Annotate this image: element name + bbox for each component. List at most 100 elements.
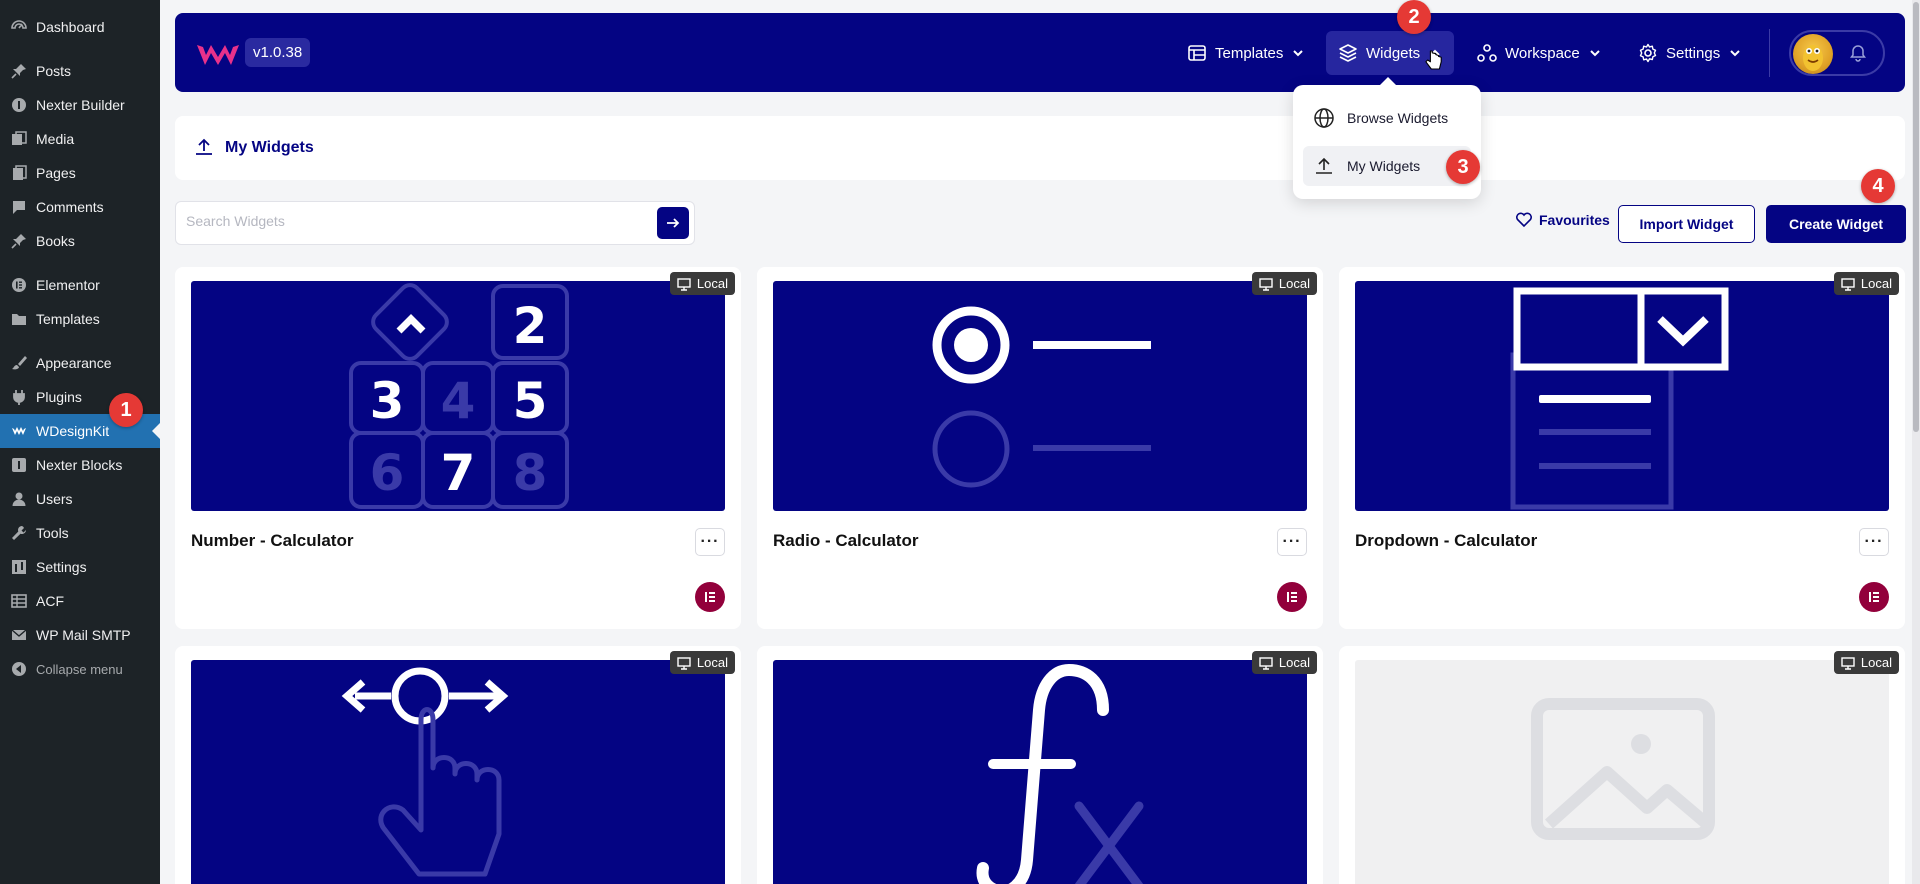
sidebar-item-label: Appearance bbox=[36, 355, 112, 371]
sidebar-item-nexter-builder[interactable]: Nexter Builder bbox=[0, 88, 160, 122]
svg-text:7: 7 bbox=[441, 444, 476, 502]
more-options-button[interactable]: ··· bbox=[1277, 528, 1307, 556]
nav-templates[interactable]: Templates bbox=[1175, 31, 1317, 75]
sidebar-item-media[interactable]: Media bbox=[0, 122, 160, 156]
nav-settings[interactable]: Settings bbox=[1626, 31, 1754, 75]
sidebar-item-tools[interactable]: Tools bbox=[0, 516, 160, 550]
sidebar-item-label: Books bbox=[36, 233, 75, 249]
sidebar-item-settings[interactable]: Settings bbox=[0, 550, 160, 584]
sidebar-item-label: Nexter Blocks bbox=[36, 457, 123, 473]
menu-item-label: My Widgets bbox=[1347, 158, 1421, 174]
sidebar-item-label: Pages bbox=[36, 165, 76, 181]
elementor-icon bbox=[1277, 582, 1307, 612]
widget-title[interactable]: Radio - Calculator bbox=[773, 531, 918, 551]
table-icon bbox=[10, 592, 28, 610]
svg-text:2: 2 bbox=[513, 297, 548, 355]
monitor-icon bbox=[1841, 277, 1855, 291]
widget-card[interactable]: Local bbox=[1339, 646, 1905, 884]
chevron-down-icon bbox=[1293, 50, 1304, 57]
sidebar-item-nexter-blocks[interactable]: Nexter Blocks bbox=[0, 448, 160, 482]
sidebar-item-posts[interactable]: Posts bbox=[0, 54, 160, 88]
svg-text:4: 4 bbox=[441, 372, 476, 430]
widget-title[interactable]: Dropdown - Calculator bbox=[1355, 531, 1537, 551]
widget-thumbnail bbox=[773, 281, 1307, 511]
collapse-icon bbox=[10, 660, 28, 678]
avatar[interactable] bbox=[1793, 34, 1833, 74]
pin-icon bbox=[10, 232, 28, 250]
page-header: My Widgets bbox=[175, 116, 1905, 180]
widget-title[interactable]: Number - Calculator bbox=[191, 531, 353, 551]
profile-toggle[interactable] bbox=[1789, 30, 1885, 76]
widgets-dropdown-menu: Browse Widgets My Widgets bbox=[1293, 77, 1481, 199]
sidebar-item-templates[interactable]: Templates bbox=[0, 302, 160, 336]
local-badge: Local bbox=[1833, 651, 1899, 674]
local-badge: Local bbox=[1251, 272, 1317, 295]
elementor-icon bbox=[1859, 582, 1889, 612]
sidebar-item-label: Posts bbox=[36, 63, 72, 79]
widget-card[interactable]: Local Dropdown - Calculator ··· bbox=[1339, 267, 1905, 629]
sidebar-item-acf[interactable]: ACF bbox=[0, 584, 160, 618]
arrow-right-icon bbox=[667, 218, 680, 228]
sidebar-item-label: Nexter Builder bbox=[36, 97, 125, 113]
sidebar-item-comments[interactable]: Comments bbox=[0, 190, 160, 224]
image-placeholder bbox=[1355, 660, 1889, 884]
svg-text:8: 8 bbox=[513, 444, 548, 502]
sidebar-item-books[interactable]: Books bbox=[0, 224, 160, 258]
svg-text:5: 5 bbox=[513, 372, 548, 430]
header-divider bbox=[1769, 29, 1770, 77]
monitor-icon bbox=[1841, 656, 1855, 670]
nav-templates-label: Templates bbox=[1215, 44, 1284, 62]
sidebar-item-elementor[interactable]: Elementor bbox=[0, 268, 160, 302]
monitor-icon bbox=[677, 277, 691, 291]
sidebar-item-wp-mail-smtp[interactable]: WP Mail SMTP bbox=[0, 618, 160, 652]
templates-icon bbox=[1188, 45, 1206, 61]
sidebar-item-users[interactable]: Users bbox=[0, 482, 160, 516]
nav-workspace[interactable]: Workspace bbox=[1465, 31, 1614, 75]
widget-card[interactable]: Local bbox=[757, 646, 1323, 884]
local-badge-label: Local bbox=[1860, 655, 1892, 670]
user-icon bbox=[10, 490, 28, 508]
search-submit-button[interactable] bbox=[657, 207, 689, 239]
widget-thumbnail bbox=[191, 660, 725, 884]
more-options-button[interactable]: ··· bbox=[1859, 528, 1889, 556]
sidebar-item-label: Comments bbox=[36, 199, 104, 215]
collapse-menu-button[interactable]: Collapse menu bbox=[0, 652, 160, 686]
local-badge: Local bbox=[1833, 272, 1899, 295]
elementor-icon bbox=[10, 276, 28, 294]
more-options-button[interactable]: ··· bbox=[695, 528, 725, 556]
widget-card[interactable]: Local Radio - Calculator ··· bbox=[757, 267, 1323, 629]
monitor-icon bbox=[677, 656, 691, 670]
local-badge: Local bbox=[669, 272, 735, 295]
scrollbar-thumb[interactable] bbox=[1913, 2, 1919, 432]
search-box bbox=[175, 201, 695, 245]
wrench-icon bbox=[10, 524, 28, 542]
settings-icon bbox=[10, 558, 28, 576]
sidebar-item-appearance[interactable]: Appearance bbox=[0, 346, 160, 380]
info-icon bbox=[10, 96, 28, 114]
mail-icon bbox=[10, 626, 28, 644]
create-widget-button[interactable]: Create Widget bbox=[1766, 205, 1906, 243]
menu-item-browse-widgets[interactable]: Browse Widgets bbox=[1303, 98, 1471, 138]
search-input[interactable] bbox=[186, 213, 626, 229]
nav-widgets-label: Widgets bbox=[1366, 44, 1421, 62]
sidebar-item-dashboard[interactable]: Dashboard bbox=[0, 10, 160, 44]
workspace-icon bbox=[1477, 44, 1497, 62]
bell-icon[interactable] bbox=[1849, 44, 1867, 62]
local-badge: Local bbox=[669, 651, 735, 674]
folder-icon bbox=[10, 310, 28, 328]
blocks-icon bbox=[10, 456, 28, 474]
sidebar-item-pages[interactable]: Pages bbox=[0, 156, 160, 190]
comment-icon bbox=[10, 198, 28, 216]
favourites-button[interactable]: Favourites bbox=[1515, 211, 1610, 229]
import-widget-button[interactable]: Import Widget bbox=[1618, 205, 1755, 243]
widget-card[interactable]: 2 3 4 5 6 7 8 Local Number - Calculator … bbox=[175, 267, 741, 629]
widget-card[interactable]: Local bbox=[175, 646, 741, 884]
layers-icon bbox=[1339, 44, 1357, 62]
page-scrollbar[interactable] bbox=[1912, 0, 1920, 884]
sidebar-item-label: Collapse menu bbox=[36, 661, 123, 677]
favourites-label: Favourites bbox=[1539, 212, 1610, 228]
upload-icon bbox=[196, 138, 212, 155]
step-badge-1: 1 bbox=[109, 393, 143, 427]
brush-icon bbox=[10, 354, 28, 372]
sidebar-item-label: Elementor bbox=[36, 277, 100, 293]
